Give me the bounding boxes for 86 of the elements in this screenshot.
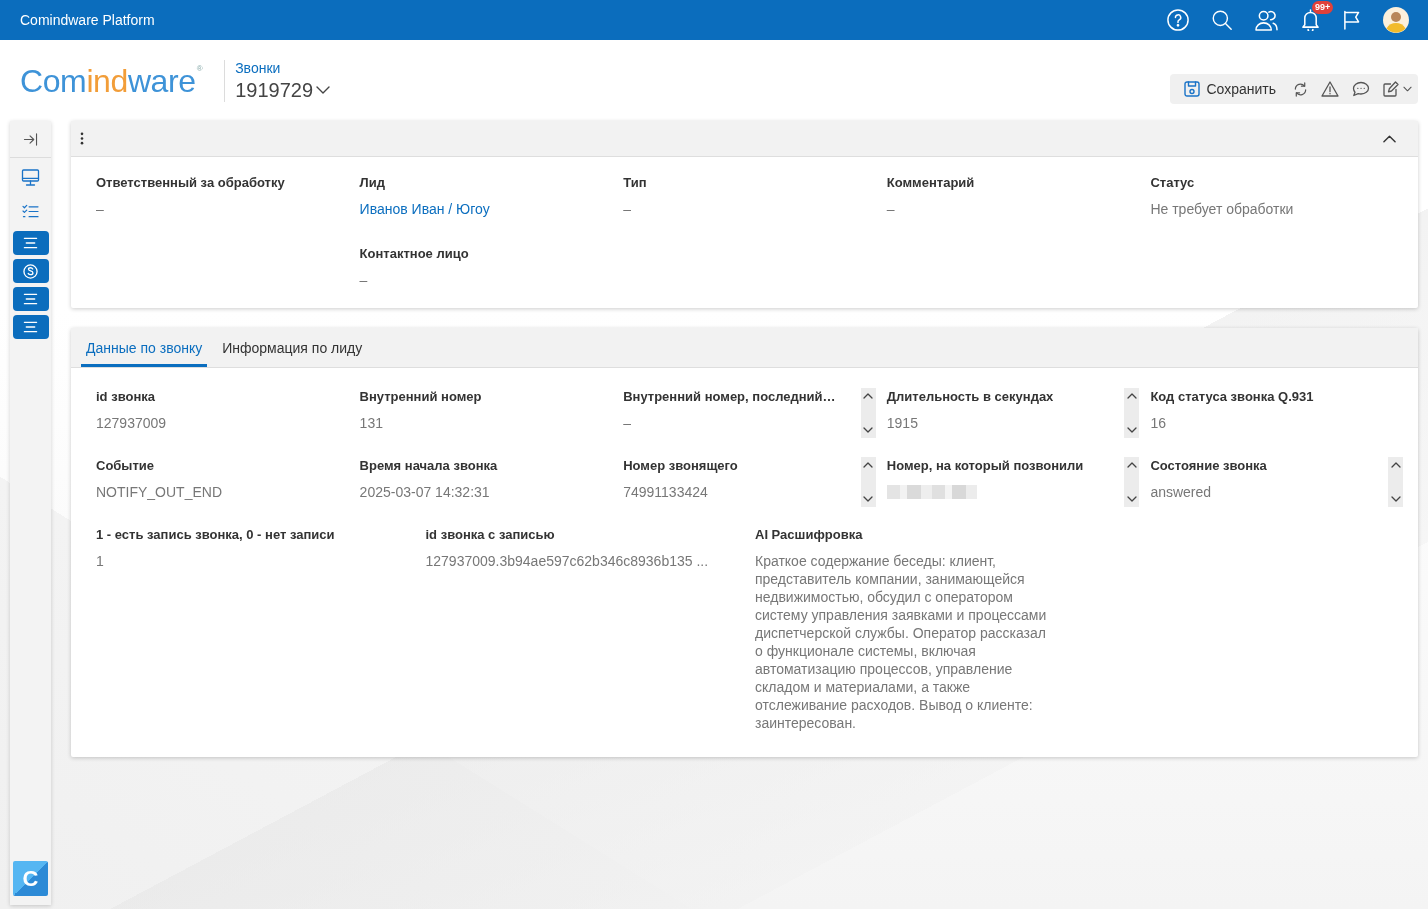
coin-icon bbox=[23, 263, 38, 279]
field-label: Длительность в секундах bbox=[886, 388, 1055, 406]
scrollbar[interactable] bbox=[1124, 457, 1140, 507]
field-value: 1 bbox=[96, 552, 105, 570]
field-label: Тип bbox=[623, 174, 648, 192]
field-label: id звонка bbox=[96, 388, 156, 406]
field-label: Событие bbox=[96, 457, 156, 475]
field-label: 1 - есть запись звонка, 0 - нет записи bbox=[96, 526, 336, 544]
field-value: 127937009.3b94ae597c62b346c8936b135 ... bbox=[425, 552, 710, 570]
field-value: Не требует обработки bbox=[1150, 200, 1295, 218]
field-value: – bbox=[359, 271, 369, 289]
field-label: Лид bbox=[359, 174, 386, 192]
scroll-down-icon[interactable] bbox=[1126, 496, 1137, 502]
field-value: – bbox=[886, 200, 896, 218]
warning-icon[interactable] bbox=[1321, 81, 1339, 97]
field-value: 2025-03-07 14:32:31 bbox=[359, 483, 491, 501]
sidebar-button[interactable] bbox=[12, 287, 49, 311]
users-icon[interactable] bbox=[1255, 9, 1278, 31]
search-icon[interactable] bbox=[1212, 10, 1232, 30]
field-value: answered bbox=[1150, 483, 1213, 501]
lines-icon bbox=[23, 293, 38, 305]
field-label: Состояние звонка bbox=[1150, 457, 1268, 475]
lines-icon bbox=[23, 321, 38, 333]
sidebar-button[interactable] bbox=[12, 231, 49, 255]
record-dropdown[interactable]: 1919729 bbox=[235, 76, 331, 103]
sidebar-button[interactable] bbox=[12, 315, 49, 339]
help-icon[interactable] bbox=[1167, 9, 1189, 31]
field-value: – bbox=[623, 414, 632, 432]
app-title: Comindware Platform bbox=[20, 11, 155, 29]
tab[interactable]: Информация по лиду bbox=[217, 328, 368, 367]
save-icon bbox=[1184, 81, 1201, 97]
scroll-up-icon[interactable] bbox=[1126, 462, 1137, 468]
chevron-up-icon[interactable] bbox=[1383, 134, 1396, 143]
checklist-icon[interactable] bbox=[22, 204, 39, 219]
scrollbar[interactable] bbox=[860, 457, 876, 507]
scrollbar[interactable] bbox=[860, 388, 876, 438]
logo: Comindware$^{®}$ bbox=[20, 64, 203, 97]
field-link[interactable]: Иванов Иван / Югоу bbox=[359, 200, 490, 218]
field-value: 131 bbox=[359, 414, 384, 432]
field-value: – bbox=[96, 200, 105, 218]
more-icon[interactable] bbox=[80, 132, 84, 145]
tab[interactable]: Данные по звонку bbox=[81, 328, 208, 367]
field-label: Статус bbox=[1150, 174, 1196, 192]
scroll-up-icon[interactable] bbox=[863, 462, 874, 468]
field-value: 1915 bbox=[886, 414, 919, 432]
scroll-up-icon[interactable] bbox=[863, 393, 874, 399]
field-label: Номер, на который позвонили bbox=[886, 457, 1085, 475]
field-value: 16 bbox=[1150, 414, 1167, 432]
field-value: 74991133424 bbox=[623, 483, 709, 501]
field-label: Код статуса звонка Q.931 bbox=[1150, 388, 1315, 406]
field-label: Время начала звонка bbox=[359, 457, 499, 475]
field-value: – bbox=[623, 200, 632, 218]
collapse-sidebar-icon[interactable] bbox=[23, 132, 38, 146]
sidebar-button[interactable] bbox=[12, 259, 49, 283]
field-label: Внутренний номер bbox=[359, 388, 483, 406]
scroll-up-icon[interactable] bbox=[1126, 393, 1137, 399]
refresh-icon[interactable] bbox=[1293, 81, 1308, 97]
field-label: Комментарий bbox=[886, 174, 976, 192]
notification-badge: 99+ bbox=[1312, 1, 1334, 14]
edit-icon[interactable] bbox=[1383, 81, 1399, 97]
field-label: AI Расшифровка bbox=[755, 526, 864, 544]
scroll-down-icon[interactable] bbox=[863, 496, 874, 502]
flag-icon[interactable] bbox=[1343, 10, 1360, 30]
scrollbar[interactable] bbox=[1388, 457, 1403, 507]
field-label: Ответственный за обработку bbox=[96, 174, 286, 192]
scroll-down-icon[interactable] bbox=[1390, 496, 1401, 502]
field-label: Номер звонящего bbox=[623, 457, 739, 475]
scrollbar[interactable] bbox=[1124, 388, 1140, 438]
bell-icon[interactable] bbox=[1301, 9, 1320, 31]
save-button[interactable]: Сохранить bbox=[1184, 80, 1276, 98]
breadcrumb-link[interactable]: Звонки bbox=[235, 58, 281, 77]
chevron-down-icon bbox=[316, 85, 331, 94]
scroll-down-icon[interactable] bbox=[863, 427, 874, 433]
scroll-up-icon[interactable] bbox=[1390, 462, 1401, 468]
caret-icon[interactable] bbox=[1403, 86, 1412, 92]
comment-icon[interactable] bbox=[1352, 81, 1370, 97]
field-label: Внутренний номер, последний… bbox=[623, 388, 837, 406]
avatar-icon[interactable] bbox=[1383, 7, 1409, 33]
field-value: Краткое содержание беседы: клиент, представитель компании, занимающейся недвижимостью, обсудил с оператором систему управления заявками и процессами диспетчерской службы. Оператор рассказал о функционале системы, включая автоматизацию процессов, управление складом и материалами, а также отслеживание расходов. Вывод о клиенте: заинтересован. bbox=[755, 552, 1047, 732]
field-label: Контактное лицо bbox=[359, 245, 470, 263]
field-value: 127937009 bbox=[96, 414, 168, 432]
lines-icon bbox=[23, 237, 38, 249]
scroll-down-icon[interactable] bbox=[1126, 427, 1137, 433]
field-value: NOTIFY_OUT_END bbox=[96, 483, 223, 501]
monitor-icon[interactable] bbox=[21, 169, 40, 186]
field-label: id звонка с записью bbox=[425, 526, 556, 544]
